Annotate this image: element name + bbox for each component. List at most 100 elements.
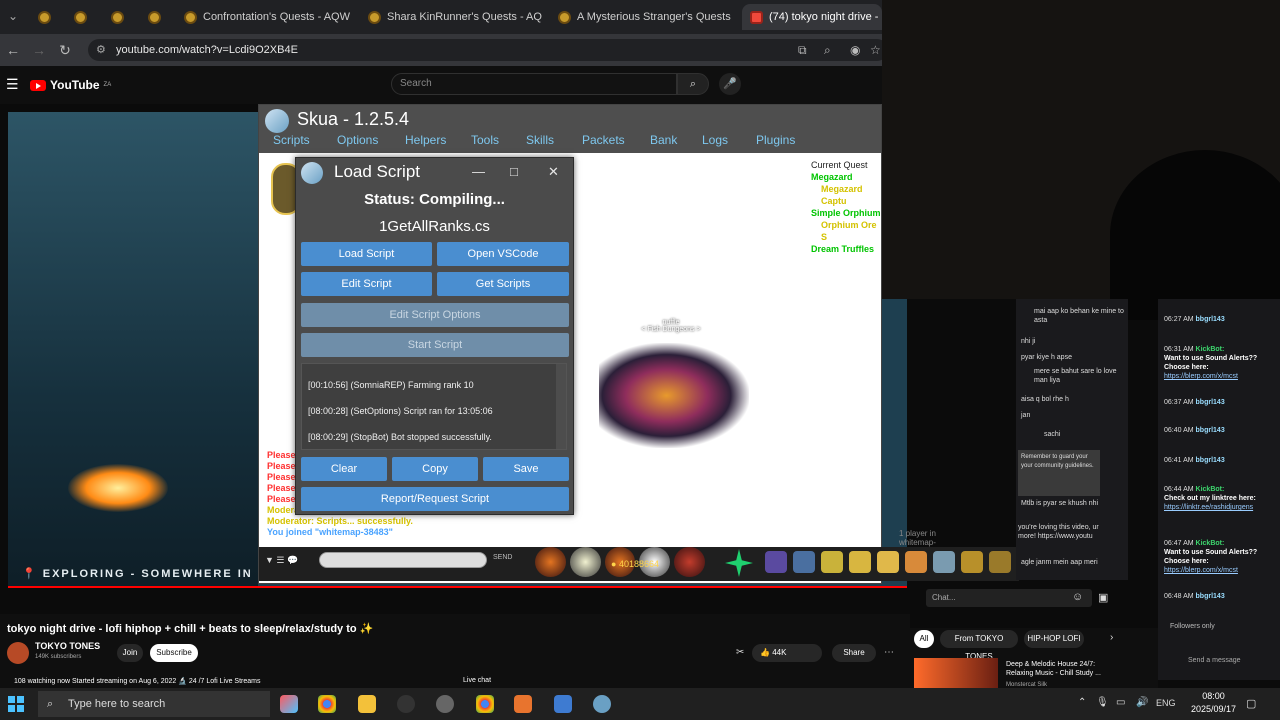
menu-logs[interactable]: Logs bbox=[702, 133, 728, 147]
msg-user[interactable]: bbgrl143 bbox=[1196, 457, 1225, 464]
file-explorer-icon[interactable] bbox=[358, 695, 376, 713]
menu-tools[interactable]: Tools bbox=[471, 133, 499, 147]
quest-tracker[interactable]: Current Quest Megazard Megazard Captu Si… bbox=[811, 159, 881, 255]
clear-button[interactable]: Clear bbox=[301, 457, 387, 481]
chip-all[interactable]: All bbox=[914, 630, 934, 648]
msg-user[interactable]: KickBot: bbox=[1196, 486, 1225, 493]
kick-chat[interactable]: 06:27 AM bbgrl143 06:31 AM KickBot: Want … bbox=[1158, 299, 1280, 680]
menu-bank[interactable]: Bank bbox=[650, 133, 677, 147]
shield-icon[interactable] bbox=[765, 551, 787, 573]
skill-slot-5[interactable] bbox=[674, 547, 705, 577]
emoji-icon[interactable]: ☺ bbox=[1072, 591, 1083, 603]
taskbar-clock[interactable]: 08:00 2025/09/17 bbox=[1191, 690, 1236, 716]
menu-options[interactable]: Options bbox=[337, 133, 378, 147]
tab-4[interactable] bbox=[140, 4, 174, 30]
share-button[interactable]: Share bbox=[832, 644, 876, 662]
msg-user[interactable]: KickBot: bbox=[1196, 540, 1225, 547]
menu-scripts[interactable]: Scripts bbox=[273, 133, 310, 147]
skill-slot-1[interactable] bbox=[535, 547, 566, 577]
video-progress-bar[interactable] bbox=[8, 586, 907, 588]
msg-user[interactable]: KickBot: bbox=[1196, 346, 1225, 353]
chat-input[interactable] bbox=[319, 552, 487, 568]
chrome-alt-icon[interactable] bbox=[476, 695, 494, 713]
tab-shara[interactable]: Shara KinRunner's Quests - AQ✕ bbox=[360, 4, 546, 30]
recommendation-thumbnail[interactable] bbox=[914, 658, 998, 688]
more-icon[interactable]: ⋯ bbox=[884, 647, 894, 658]
search-icon[interactable]: ⌕ bbox=[677, 73, 709, 95]
treasure-icon[interactable] bbox=[961, 551, 983, 573]
tab-1[interactable] bbox=[30, 4, 64, 30]
tab-mysterious-stranger[interactable]: A Mysterious Stranger's Quests✕ bbox=[550, 4, 740, 30]
youtube-chat-input[interactable]: Chat... bbox=[926, 589, 1092, 607]
open-vscode-button[interactable]: Open VSCode bbox=[437, 242, 569, 266]
forward-icon[interactable]: → bbox=[26, 42, 52, 58]
skua-alt-icon[interactable] bbox=[593, 695, 611, 713]
channel-avatar[interactable] bbox=[7, 642, 29, 664]
taskbar-search[interactable]: ⌕ Type here to search bbox=[38, 691, 270, 717]
skill-slot-2[interactable] bbox=[569, 547, 601, 577]
menu-helpers[interactable]: Helpers bbox=[405, 133, 446, 147]
volume-icon[interactable]: 🔊 bbox=[1136, 697, 1148, 708]
equipment-icon[interactable] bbox=[793, 551, 815, 573]
chip-from-channel[interactable]: From TOKYO TONES bbox=[940, 630, 1018, 661]
youtube-live-chat[interactable]: mai aap ko behan ke mine to asta nhi ji … bbox=[1016, 299, 1128, 580]
msg-user[interactable]: bbgrl143 bbox=[1196, 427, 1225, 434]
script-log[interactable]: [00:10:56] (SomniaREP) Farming rank 10 [… bbox=[301, 363, 567, 450]
msg-user[interactable]: bbgrl143 bbox=[1196, 316, 1225, 323]
skua-taskbar-icon[interactable] bbox=[554, 695, 572, 713]
tray-chevron-icon[interactable]: ⌃ bbox=[1078, 697, 1086, 708]
back-icon[interactable]: ← bbox=[0, 42, 26, 58]
kick-chat-input[interactable]: Send a message bbox=[1188, 656, 1241, 665]
notifications-icon[interactable]: ▢ bbox=[1246, 697, 1256, 710]
chevron-right-icon[interactable]: › bbox=[1110, 632, 1113, 643]
clip-icon[interactable]: ✂ bbox=[736, 647, 744, 658]
subscribe-button[interactable]: Subscribe bbox=[150, 644, 198, 662]
money-icon[interactable]: ▣ bbox=[1098, 591, 1108, 604]
microphone-tray-icon[interactable]: 🎙 bbox=[1096, 697, 1109, 708]
options-icon[interactable] bbox=[989, 551, 1011, 573]
start-script-button[interactable]: Start Script bbox=[301, 333, 569, 357]
youtube-logo[interactable]: YouTube ZA bbox=[30, 78, 111, 92]
minimize-icon[interactable]: — bbox=[472, 164, 485, 179]
send-button[interactable]: SEND bbox=[493, 554, 512, 561]
close-icon[interactable]: ✕ bbox=[548, 164, 559, 180]
chat-mode-icon[interactable]: ▼ ☰ 💬 bbox=[265, 555, 298, 566]
msg-link[interactable]: https://blerp.com/x/mcst bbox=[1164, 567, 1238, 574]
address-field[interactable]: ⚙ youtube.com/watch?v=Lcdi9O2XB4E bbox=[88, 39, 888, 61]
copy-button[interactable]: Copy bbox=[392, 457, 478, 481]
incognito-eye-icon[interactable]: ◉ bbox=[850, 43, 860, 57]
tab-confrontation[interactable]: Confrontation's Quests - AQW✕ bbox=[176, 4, 358, 30]
bag-icon[interactable] bbox=[849, 551, 871, 573]
cast-icon[interactable]: ⧉ bbox=[798, 43, 807, 58]
save-button[interactable]: Save bbox=[483, 457, 569, 481]
menu-plugins[interactable]: Plugins bbox=[756, 133, 795, 147]
steam-icon[interactable] bbox=[397, 695, 415, 713]
reload-icon[interactable]: ↻ bbox=[52, 42, 78, 59]
house-icon[interactable] bbox=[877, 551, 899, 573]
quest-icon[interactable] bbox=[821, 551, 843, 573]
msg-link[interactable]: https://blerp.com/x/mcst bbox=[1164, 373, 1238, 380]
tab-3[interactable] bbox=[103, 4, 137, 30]
edit-script-button[interactable]: Edit Script bbox=[301, 272, 432, 296]
app-icon[interactable] bbox=[436, 695, 454, 713]
search-input[interactable]: Search bbox=[391, 73, 677, 95]
tab-list-icon[interactable]: ⌄ bbox=[8, 9, 18, 23]
msg-link[interactable]: https://linktr.ee/rashidjurgens bbox=[1164, 504, 1253, 511]
tab-2[interactable] bbox=[66, 4, 100, 30]
orange-app-icon[interactable] bbox=[514, 695, 532, 713]
book-icon[interactable] bbox=[905, 551, 927, 573]
channel-name[interactable]: TOKYO TONES bbox=[35, 641, 100, 651]
microphone-icon[interactable]: 🎤 bbox=[719, 73, 741, 95]
site-info-icon[interactable]: ⚙ bbox=[96, 39, 106, 61]
menu-packets[interactable]: Packets bbox=[582, 133, 625, 147]
load-script-button[interactable]: Load Script bbox=[301, 242, 432, 266]
copilot-icon[interactable] bbox=[280, 695, 298, 713]
hamburger-menu-icon[interactable]: ☰ bbox=[6, 76, 19, 93]
recommendation-title[interactable]: Deep & Melodic House 24/7: Relaxing Musi… bbox=[1006, 660, 1118, 678]
bookmark-star-icon[interactable]: ☆ bbox=[870, 43, 881, 57]
msg-user[interactable]: bbgrl143 bbox=[1196, 399, 1225, 406]
language-indicator[interactable]: ENG bbox=[1156, 698, 1176, 708]
get-scripts-button[interactable]: Get Scripts bbox=[437, 272, 569, 296]
join-button[interactable]: Join bbox=[117, 644, 143, 662]
windows-start-icon[interactable] bbox=[8, 696, 24, 712]
